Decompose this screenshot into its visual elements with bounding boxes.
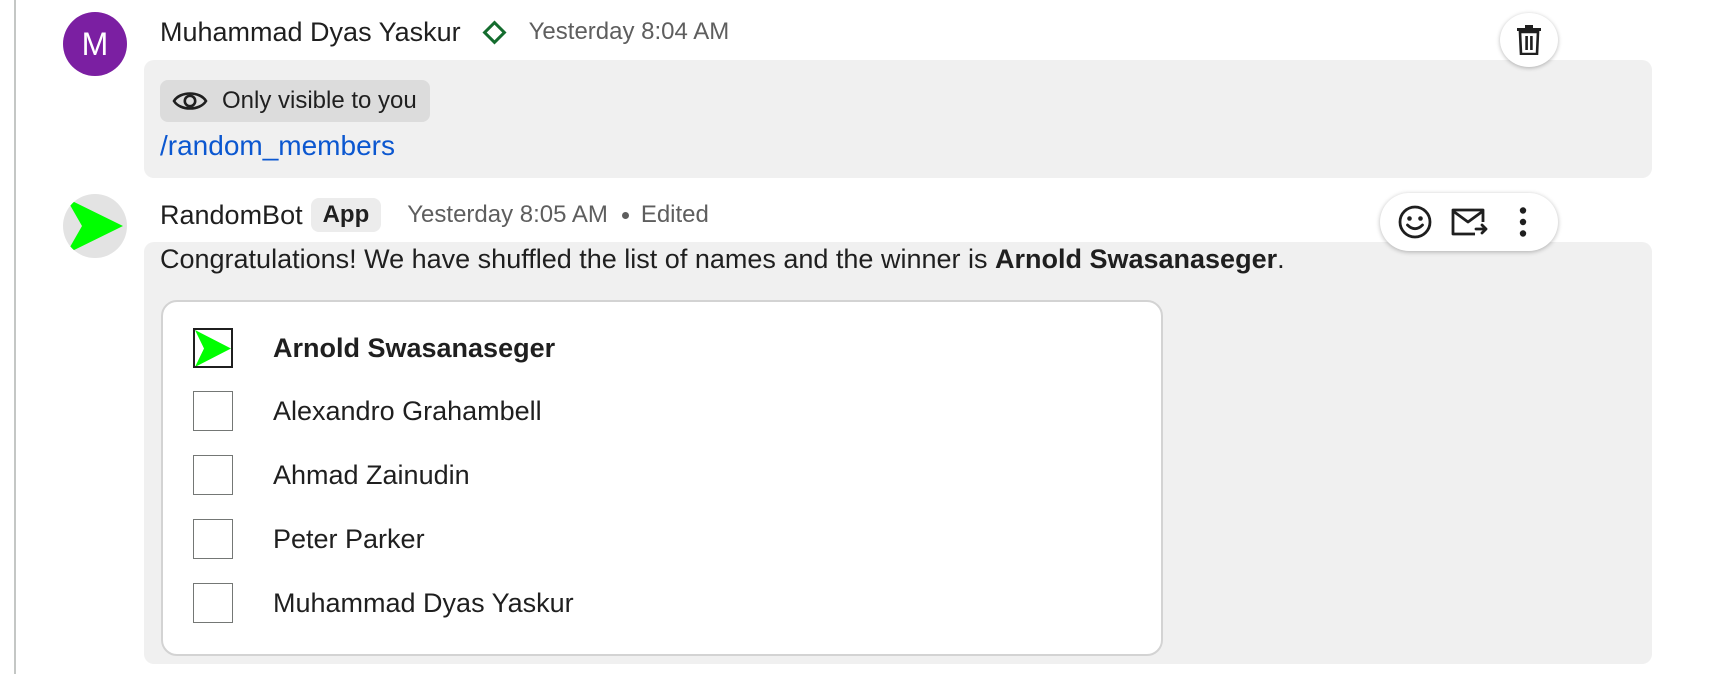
list-item: Ahmad Zainudin xyxy=(193,453,470,497)
delete-button[interactable] xyxy=(1500,13,1558,67)
message-timestamp: Yesterday 8:04 AM xyxy=(528,18,730,45)
list-item: Peter Parker xyxy=(193,517,425,561)
add-reaction-button[interactable] xyxy=(1391,198,1439,246)
checkbox[interactable] xyxy=(193,583,233,623)
diamond-icon xyxy=(482,19,507,45)
message-timestamp: Yesterday 8:05 AM xyxy=(407,201,608,228)
more-options-button[interactable] xyxy=(1499,198,1547,246)
slash-command-link[interactable]: /random_members xyxy=(160,130,395,162)
list-item-name: Arnold Swasanaseger xyxy=(273,332,556,363)
list-item-name: Alexandro Grahambell xyxy=(273,395,542,426)
list-item-name: Muhammad Dyas Yaskur xyxy=(273,587,574,618)
list-item-name: Ahmad Zainudin xyxy=(273,459,470,490)
avatar-letter: M xyxy=(81,26,109,62)
list-item: Arnold Swasanaseger xyxy=(193,326,555,370)
list-item-name: Peter Parker xyxy=(273,523,425,554)
winner-name: Arnold Swasanaseger xyxy=(994,244,1278,274)
edited-label: Edited xyxy=(640,201,709,228)
green-arrow-icon xyxy=(195,330,231,366)
forward-to-inbox-button[interactable] xyxy=(1445,198,1493,246)
chat-thread: M Muhammad Dyas Yaskur Yesterday 8:04 AM… xyxy=(0,0,1716,674)
message-text-intro: Congratulations! We have shuffled the li… xyxy=(160,244,995,274)
message-header: RandomBot App Yesterday 8:05 AM Edited xyxy=(160,195,709,235)
checkbox[interactable] xyxy=(193,455,233,495)
more-options-icon xyxy=(1519,207,1527,237)
app-badge: App xyxy=(310,198,382,232)
list-item: Muhammad Dyas Yaskur xyxy=(193,581,574,625)
avatar[interactable]: M xyxy=(63,12,127,76)
sender-name[interactable]: Muhammad Dyas Yaskur xyxy=(160,17,461,48)
winner-marker xyxy=(193,328,233,368)
separator-dot xyxy=(621,211,629,219)
message-text-end: . xyxy=(1277,244,1285,274)
thread-divider xyxy=(14,0,16,674)
delete-icon xyxy=(1517,25,1541,55)
eye-icon xyxy=(172,92,208,110)
checkbox[interactable] xyxy=(193,519,233,559)
forward-to-inbox-icon xyxy=(1451,208,1488,236)
checkbox[interactable] xyxy=(193,391,233,431)
message-action-bar xyxy=(1380,193,1558,251)
green-arrow-icon xyxy=(66,198,123,254)
list-item: Alexandro Grahambell xyxy=(193,389,542,433)
add-reaction-icon xyxy=(1398,205,1432,239)
visibility-chip: Only visible to you xyxy=(160,80,430,122)
bot-avatar[interactable] xyxy=(63,194,127,258)
visibility-label: Only visible to you xyxy=(222,87,417,114)
sender-name[interactable]: RandomBot xyxy=(160,200,303,231)
message-text: Congratulations! We have shuffled the li… xyxy=(160,244,1285,275)
message-header: Muhammad Dyas Yaskur Yesterday 8:04 AM xyxy=(160,12,729,52)
